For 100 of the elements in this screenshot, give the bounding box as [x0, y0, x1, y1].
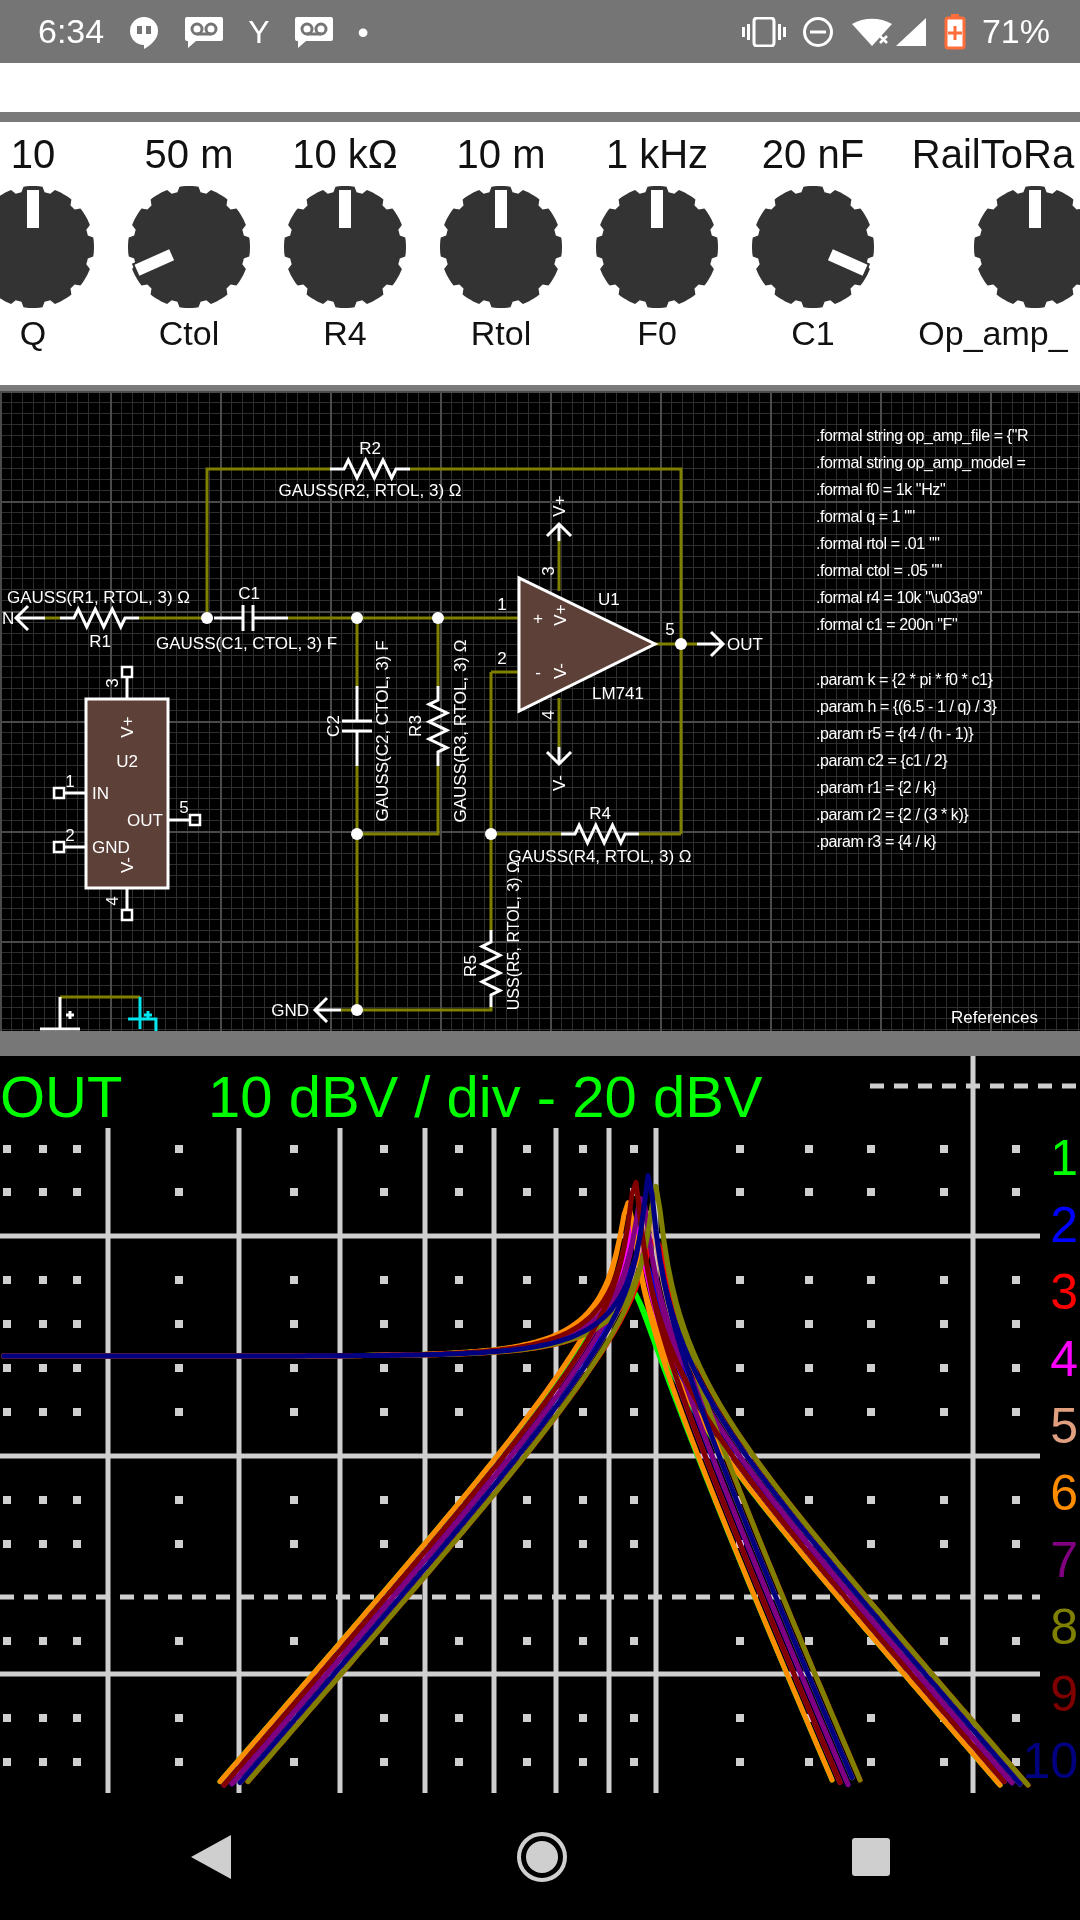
- pin-label: V-: [550, 662, 570, 680]
- netlist-line: .formal string op_amp_file = {"R: [816, 426, 1029, 444]
- knob-label: Op_amp_: [918, 316, 1068, 350]
- netlist-line: .param k = {2 * pi * f0 * c1}: [816, 670, 993, 688]
- knob-value: 10 m: [456, 134, 546, 174]
- knob-pointer[interactable]: [337, 188, 353, 230]
- net-label: OUT: [727, 634, 763, 654]
- net-label: GND: [271, 1000, 309, 1020]
- junction-dot: [432, 612, 444, 624]
- pin-label: V+: [550, 604, 570, 626]
- supply-arrow: [545, 521, 573, 543]
- knob-label: Ctol: [158, 316, 220, 350]
- battery-icon: [943, 13, 966, 50]
- component-ref: R1: [89, 631, 111, 651]
- netlist-line: .formal ctol = .05 "": [816, 561, 943, 579]
- knob-label: Q: [19, 316, 47, 350]
- notification-dot: •: [357, 12, 369, 52]
- legend-label: 4: [1050, 1331, 1078, 1387]
- netlist-line: .formal f0 = 1k "Hz": [816, 480, 946, 498]
- pin-number: 5: [665, 619, 675, 639]
- pin-number: 2: [65, 825, 75, 845]
- component-ref: C2: [323, 715, 343, 737]
- references-label: References: [951, 1007, 1038, 1027]
- pin-label: GND: [92, 837, 130, 857]
- legend-label: 8: [1050, 1599, 1078, 1655]
- net-arrow: [312, 996, 343, 1024]
- netlist-line: .param r5 = {r4 / (h - 1)}: [816, 724, 974, 742]
- chat-bubble-icon: [128, 14, 161, 49]
- knob-value: 10: [10, 134, 56, 174]
- supply-arrow: [545, 745, 573, 767]
- pin-number: 3: [102, 678, 122, 688]
- component-ref: R5: [460, 955, 480, 977]
- knob-pointer[interactable]: [493, 188, 509, 230]
- legend-label: 1: [1050, 1130, 1078, 1186]
- legend-label: 7: [1050, 1532, 1078, 1588]
- knob-label: R4: [323, 316, 367, 350]
- junction-dot: [201, 612, 213, 624]
- legend-label: 9: [1050, 1666, 1078, 1722]
- component-ref: R4: [589, 803, 611, 823]
- back-icon[interactable]: [189, 1832, 234, 1881]
- legend-label: 5: [1050, 1398, 1078, 1454]
- home-icon[interactable]: [516, 1830, 568, 1883]
- junction-dot: [351, 612, 363, 624]
- component-value: GAUSS(R2, RTOL, 3) Ω: [278, 480, 462, 500]
- pin-label: V+: [117, 716, 137, 738]
- legend-label: 2: [1050, 1197, 1078, 1253]
- supply-label: V+: [549, 495, 569, 517]
- knob-label: C1: [791, 316, 835, 350]
- net-label: N: [2, 608, 15, 628]
- netlist-line: .param h = {(6.5 - 1 / q) / 3}: [816, 697, 997, 715]
- netlist-line: .formal q = 1 "": [816, 507, 915, 525]
- rotary-knob[interactable]: [0, 184, 96, 310]
- pin-label: V-: [117, 856, 137, 874]
- pin-number: 5: [179, 797, 189, 817]
- do-not-disturb-icon: [801, 15, 834, 48]
- recents-icon[interactable]: [850, 1836, 891, 1877]
- rotary-knob[interactable]: [972, 184, 1080, 310]
- knob-pointer[interactable]: [25, 188, 41, 230]
- component-ref: R3: [405, 715, 425, 737]
- component-ref: R2: [359, 438, 381, 458]
- rotary-knob[interactable]: [594, 184, 720, 310]
- component-value: GAUSS(C1, CTOL, 3) F: [156, 633, 338, 653]
- rotary-knob[interactable]: [438, 184, 564, 310]
- netlist-line: .formal rtol = .01 "": [816, 534, 940, 552]
- legend-label: 6: [1050, 1465, 1078, 1521]
- component-model: LM741: [592, 683, 644, 703]
- voicemail-icon: [293, 14, 334, 49]
- netlist-line: .formal r4 = 10k "\u03a9": [816, 588, 983, 606]
- voicemail-icon: [184, 14, 225, 49]
- component-ref: C1: [238, 583, 260, 603]
- legend-label: 3: [1050, 1264, 1078, 1320]
- legend-label: 10: [1022, 1733, 1078, 1789]
- rotary-knob[interactable]: [750, 184, 876, 310]
- netlist-line: .param r1 = {2 / k}: [816, 778, 937, 796]
- notification-glyph: Y: [248, 12, 270, 52]
- rotary-knob[interactable]: [126, 184, 252, 310]
- net-arrow: [13, 604, 47, 632]
- knob-pointer[interactable]: [649, 188, 665, 230]
- vibrate-icon: [741, 16, 786, 47]
- battery-percentage: 71%: [981, 11, 1050, 52]
- knob-label: Rtol: [470, 316, 532, 350]
- pin-number: 4: [538, 710, 558, 720]
- clock-time: 6:34: [38, 11, 105, 52]
- component-ref: U2: [116, 751, 138, 771]
- rotary-knob[interactable]: [282, 184, 408, 310]
- junction-dot: [675, 638, 687, 650]
- junction-dot: [351, 828, 363, 840]
- component-value: GAUSS(R3, RTOL, 3) Ω: [450, 639, 470, 823]
- pin-number: 2: [497, 648, 507, 668]
- junction-dot: [351, 1004, 363, 1016]
- knob-pointer[interactable]: [1027, 188, 1043, 230]
- component-value: GAUSS(C2, CTOL, 3) F: [372, 640, 392, 822]
- knob-value: 20 nF: [761, 134, 865, 174]
- pin-label: OUT: [127, 810, 163, 830]
- netlist-line: .formal c1 = 200n "F": [816, 615, 958, 633]
- wifi-signal-icon: [849, 15, 928, 48]
- knob-value: 1 kHz: [605, 134, 709, 174]
- plot-scale: 10 dBV / div - 20 dBV: [208, 1063, 763, 1129]
- pin-number: 1: [65, 771, 75, 791]
- knob-value: 10 kΩ: [292, 134, 398, 174]
